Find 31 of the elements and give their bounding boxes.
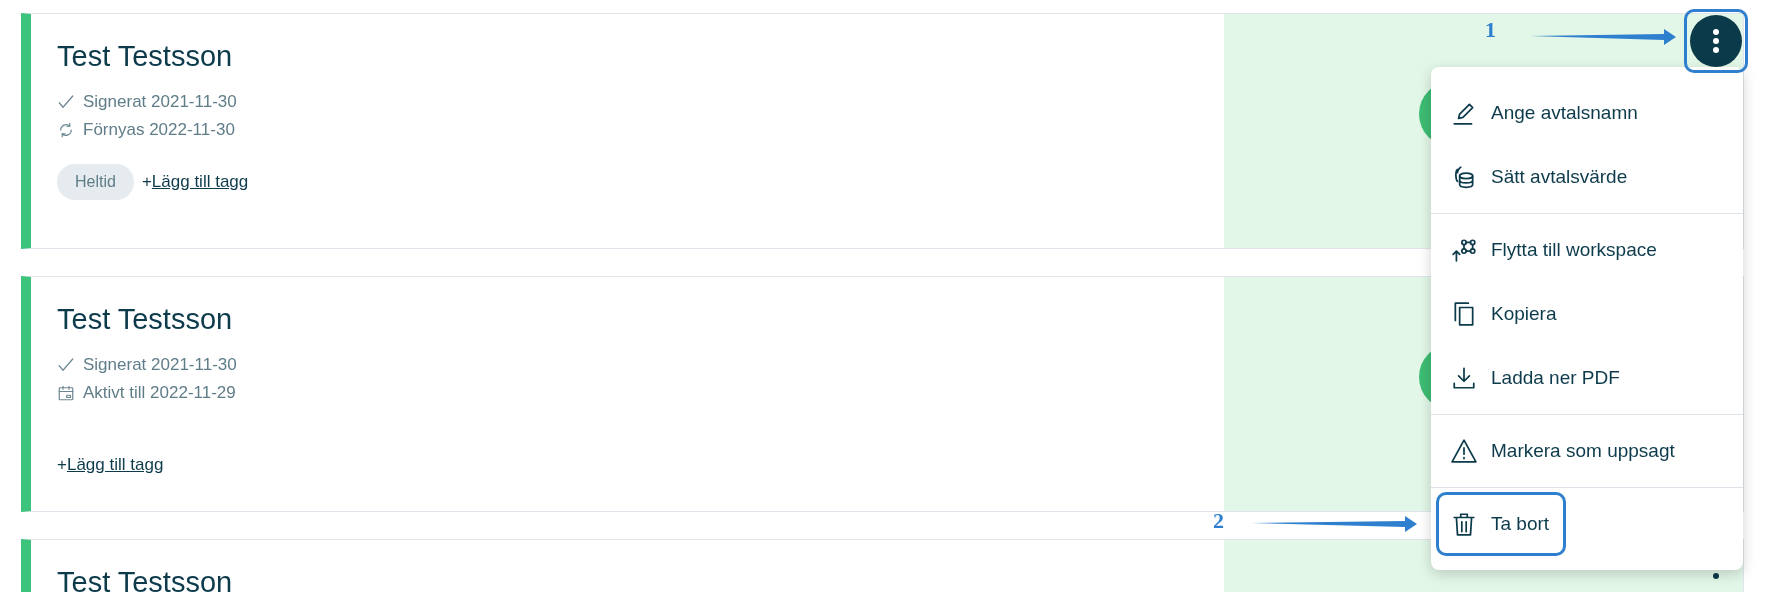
menu-item[interactable]: Markera som uppsagt [1431,419,1743,483]
tag-chip: Heltid [57,164,134,200]
more-button[interactable] [1690,15,1742,67]
status-text: Signerat 2021-11-30 [83,91,237,113]
add-tag-link[interactable]: +Lägg till tagg [141,172,249,192]
add-tag-link[interactable]: +Lägg till tagg [57,455,164,475]
renew-icon [57,121,75,139]
menu-item[interactable]: Ange avtalsnamn [1431,81,1743,145]
pen-icon [1451,100,1477,126]
kebab-icon [1712,28,1720,54]
contract-title: Test Testsson [57,302,233,337]
menu-item[interactable]: Ta bort [1431,492,1743,556]
menu-item[interactable]: Kopiera [1431,282,1743,346]
calendar-icon [57,384,75,402]
check-icon [57,93,75,111]
nodes-arrow-icon [1451,237,1477,263]
status-text: Aktivt till 2022-11-29 [83,382,236,404]
copy-icon [1451,301,1477,327]
menu-item[interactable]: Flytta till workspace [1431,218,1743,282]
contract-title: Test Testsson [57,39,233,74]
annotation-number: 1 [1485,17,1496,43]
warning-icon [1451,438,1477,464]
trash-icon [1451,511,1477,537]
download-icon [1451,365,1477,391]
menu-item[interactable]: Ladda ner PDF [1431,346,1743,410]
annotation-number: 2 [1213,508,1224,534]
status-text: Förnyas 2022-11-30 [83,119,235,141]
contract-title: Test Testsson [57,565,233,592]
check-icon [57,356,75,374]
menu-item[interactable]: Sätt avtalsvärde [1431,145,1743,209]
status-text: Signerat 2021-11-30 [83,354,237,376]
